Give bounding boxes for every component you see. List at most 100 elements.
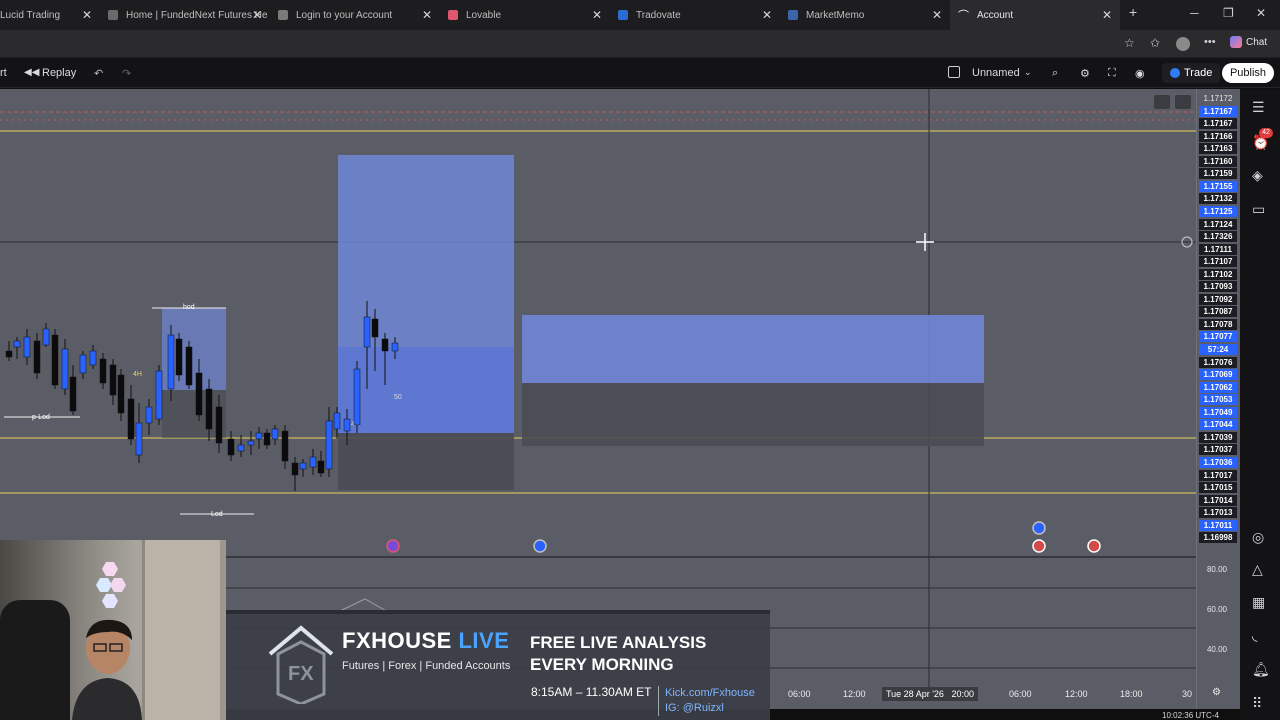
indicator-scale-label: 60.00 xyxy=(1206,605,1228,614)
search-icon[interactable]: ⌕ xyxy=(1052,67,1058,80)
supply-zone-right[interactable] xyxy=(522,315,984,383)
gray-zone[interactable] xyxy=(338,433,514,490)
layout-name[interactable]: Unnamed xyxy=(972,67,1020,79)
time-label: 06:00 xyxy=(788,689,811,699)
calendar-icon[interactable]: ▦ xyxy=(1252,594,1265,611)
new-tab-button[interactable]: + xyxy=(1129,4,1137,20)
price-label: 1.17155 xyxy=(1199,180,1237,192)
tab-tradovate[interactable]: Tradovate ✕ xyxy=(610,0,780,30)
headline-line-2: EVERY MORNING xyxy=(530,655,674,674)
event-marker[interactable] xyxy=(386,539,400,553)
gray-zone-right[interactable] xyxy=(522,383,984,446)
fxhouse-logo: FX xyxy=(268,625,334,704)
price-label: 1.17039 xyxy=(1199,431,1237,443)
gear-icon[interactable]: ⚙ xyxy=(1080,67,1090,80)
tab-lovable[interactable]: Lovable ✕ xyxy=(440,0,610,30)
candle-body xyxy=(271,428,279,440)
tab-fundednext[interactable]: Home | FundedNext Futures He ✕ xyxy=(100,0,270,30)
replay-button[interactable]: Replay xyxy=(42,67,76,79)
scroll-down-button[interactable] xyxy=(1154,95,1170,109)
kick-link[interactable]: Kick.com/Fxhouse xyxy=(665,686,755,701)
banner-subtitle: Futures | Forex | Funded Accounts xyxy=(342,660,511,672)
tab-login[interactable]: Login to your Account ✕ xyxy=(270,0,440,30)
favorites-icon[interactable]: ✩ xyxy=(1150,36,1160,50)
candle-body xyxy=(263,432,271,446)
fullscreen-icon[interactable]: ⛶ xyxy=(1108,67,1116,80)
replay-icon[interactable]: ◀◀ xyxy=(24,67,39,78)
close-icon[interactable]: ✕ xyxy=(592,8,602,22)
tab-account[interactable]: ⌒ Account ✕ xyxy=(950,0,1120,30)
chat-button[interactable]: Chat xyxy=(1230,36,1267,48)
candle-body xyxy=(371,318,379,338)
time-label: 12:00 xyxy=(843,689,866,699)
camera-icon[interactable]: ◉ xyxy=(1135,67,1145,80)
close-icon[interactable]: ✕ xyxy=(422,8,432,22)
layers-icon[interactable]: ◈ xyxy=(1252,167,1263,184)
banner-brand: FXHOUSE LIVE xyxy=(342,628,509,654)
close-icon[interactable]: ✕ xyxy=(932,8,942,22)
close-icon[interactable]: ✕ xyxy=(252,8,262,22)
toolbar-partial-label[interactable]: rt xyxy=(0,67,7,79)
reset-scale-button[interactable] xyxy=(1175,95,1191,109)
price-label: 1.17087 xyxy=(1199,306,1237,318)
4h-label: 4H xyxy=(133,371,142,378)
price-label: 1.17014 xyxy=(1199,494,1237,506)
price-label: 1.17107 xyxy=(1199,256,1237,268)
tab-lucid-trading[interactable]: Lucid Trading ✕ xyxy=(0,0,100,30)
notifications-icon[interactable]: 🔔︎ xyxy=(1252,661,1270,678)
brand-live: LIVE xyxy=(458,628,510,653)
price-label: 1.17017 xyxy=(1199,469,1237,481)
chat-icon[interactable]: ▭ xyxy=(1252,201,1265,218)
event-marker[interactable] xyxy=(1032,539,1046,553)
candle-body xyxy=(155,370,163,420)
tab-label: Home | FundedNext Futures He xyxy=(126,9,268,21)
candle-body xyxy=(215,406,223,444)
address-bar-row: ☆ ✩ ••• xyxy=(0,30,1280,58)
more-icon[interactable]: ••• xyxy=(1204,36,1216,48)
candle-body xyxy=(255,432,263,440)
hod-label: hod xyxy=(183,304,195,311)
target-icon[interactable]: ◎ xyxy=(1252,529,1264,546)
watchlist-icon[interactable]: ☰ xyxy=(1252,99,1265,116)
settings-icon[interactable]: ⚙ xyxy=(1212,687,1221,698)
browser-tab-strip: Lucid Trading ✕ Home | FundedNext Future… xyxy=(0,0,1280,30)
close-icon[interactable]: ✕ xyxy=(1102,8,1112,22)
avatar[interactable] xyxy=(1176,37,1190,51)
streams-icon[interactable]: ◟ xyxy=(1252,627,1257,644)
price-label: 1.17166 xyxy=(1199,130,1237,142)
layout-icon[interactable] xyxy=(948,66,960,78)
candle-body xyxy=(89,350,97,366)
chevron-down-icon[interactable]: ⌄ xyxy=(1024,67,1032,78)
close-icon[interactable]: ✕ xyxy=(762,8,772,22)
candle-body xyxy=(51,334,59,386)
close-window-button[interactable]: ✕ xyxy=(1256,6,1266,20)
tab-marketmemo[interactable]: MarketMemo ✕ xyxy=(780,0,950,30)
lovable-icon xyxy=(448,10,458,20)
price-label: 1.17125 xyxy=(1199,205,1237,217)
hexagon-lights xyxy=(96,562,126,608)
star-icon[interactable]: ☆ xyxy=(1124,36,1135,50)
time-label: 12:00 xyxy=(1065,689,1088,699)
apps-grid-icon[interactable]: ⠿ xyxy=(1252,695,1262,712)
streamer xyxy=(72,619,142,720)
price-label: 1.17036 xyxy=(1199,456,1237,468)
ideas-icon[interactable]: △ xyxy=(1252,561,1263,578)
undo-icon[interactable]: ↶ xyxy=(94,67,103,80)
supply-zone-inner[interactable] xyxy=(338,347,514,433)
candle-body xyxy=(69,376,77,412)
event-marker[interactable] xyxy=(533,539,547,553)
redo-icon[interactable]: ↷ xyxy=(122,67,131,80)
publish-button[interactable]: Publish xyxy=(1222,63,1274,83)
trade-button[interactable]: Trade xyxy=(1162,63,1221,83)
price-label: 1.17015 xyxy=(1199,482,1237,494)
maximize-button[interactable]: ❐ xyxy=(1223,6,1234,20)
candle-body xyxy=(42,328,50,346)
event-marker[interactable] xyxy=(1087,539,1101,553)
tab-label: Account xyxy=(977,9,1014,21)
crosshair-time-label: Tue 28 Apr '26 20:00 xyxy=(882,687,978,701)
price-scale[interactable]: 1.17172 1.17167 1.17167 1.17166 1.17163 1.171… xyxy=(1196,89,1240,709)
minimize-button[interactable]: ─ xyxy=(1190,6,1199,20)
close-icon[interactable]: ✕ xyxy=(82,8,92,22)
event-marker[interactable] xyxy=(1032,521,1046,535)
clock: 10:02:36 UTC-4 xyxy=(1162,711,1219,720)
